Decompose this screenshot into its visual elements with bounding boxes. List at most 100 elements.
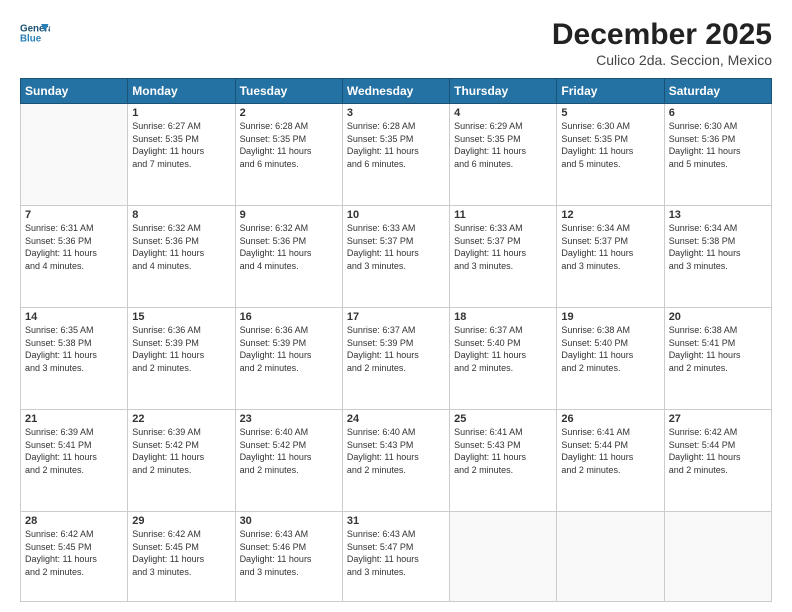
calendar-cell: 2Sunrise: 6:28 AM Sunset: 5:35 PM Daylig… bbox=[235, 104, 342, 206]
svg-text:Blue: Blue bbox=[20, 33, 42, 44]
day-info: Sunrise: 6:32 AM Sunset: 5:36 PM Dayligh… bbox=[132, 222, 230, 272]
calendar-cell bbox=[21, 104, 128, 206]
day-number: 7 bbox=[25, 209, 123, 221]
calendar-cell: 4Sunrise: 6:29 AM Sunset: 5:35 PM Daylig… bbox=[450, 104, 557, 206]
day-info: Sunrise: 6:32 AM Sunset: 5:36 PM Dayligh… bbox=[240, 222, 338, 272]
day-number: 16 bbox=[240, 311, 338, 323]
day-info: Sunrise: 6:31 AM Sunset: 5:36 PM Dayligh… bbox=[25, 222, 123, 272]
day-info: Sunrise: 6:42 AM Sunset: 5:45 PM Dayligh… bbox=[132, 528, 230, 578]
day-info: Sunrise: 6:28 AM Sunset: 5:35 PM Dayligh… bbox=[347, 120, 445, 170]
day-info: Sunrise: 6:33 AM Sunset: 5:37 PM Dayligh… bbox=[454, 222, 552, 272]
day-number: 22 bbox=[132, 413, 230, 425]
day-info: Sunrise: 6:38 AM Sunset: 5:41 PM Dayligh… bbox=[669, 324, 767, 374]
calendar-cell: 14Sunrise: 6:35 AM Sunset: 5:38 PM Dayli… bbox=[21, 308, 128, 410]
location: Culico 2da. Seccion, Mexico bbox=[552, 52, 772, 68]
day-info: Sunrise: 6:36 AM Sunset: 5:39 PM Dayligh… bbox=[132, 324, 230, 374]
day-number: 10 bbox=[347, 209, 445, 221]
calendar-cell: 1Sunrise: 6:27 AM Sunset: 5:35 PM Daylig… bbox=[128, 104, 235, 206]
day-number: 5 bbox=[561, 107, 659, 119]
calendar-cell: 30Sunrise: 6:43 AM Sunset: 5:46 PM Dayli… bbox=[235, 512, 342, 602]
day-number: 9 bbox=[240, 209, 338, 221]
day-number: 20 bbox=[669, 311, 767, 323]
day-info: Sunrise: 6:36 AM Sunset: 5:39 PM Dayligh… bbox=[240, 324, 338, 374]
day-info: Sunrise: 6:34 AM Sunset: 5:38 PM Dayligh… bbox=[669, 222, 767, 272]
day-info: Sunrise: 6:35 AM Sunset: 5:38 PM Dayligh… bbox=[25, 324, 123, 374]
calendar-cell: 17Sunrise: 6:37 AM Sunset: 5:39 PM Dayli… bbox=[342, 308, 449, 410]
day-number: 24 bbox=[347, 413, 445, 425]
calendar-cell: 8Sunrise: 6:32 AM Sunset: 5:36 PM Daylig… bbox=[128, 206, 235, 308]
day-info: Sunrise: 6:30 AM Sunset: 5:36 PM Dayligh… bbox=[669, 120, 767, 170]
logo: General Blue bbox=[20, 18, 50, 48]
day-info: Sunrise: 6:34 AM Sunset: 5:37 PM Dayligh… bbox=[561, 222, 659, 272]
day-number: 4 bbox=[454, 107, 552, 119]
day-info: Sunrise: 6:27 AM Sunset: 5:35 PM Dayligh… bbox=[132, 120, 230, 170]
calendar-cell bbox=[450, 512, 557, 602]
day-info: Sunrise: 6:39 AM Sunset: 5:41 PM Dayligh… bbox=[25, 426, 123, 476]
calendar-cell: 19Sunrise: 6:38 AM Sunset: 5:40 PM Dayli… bbox=[557, 308, 664, 410]
weekday-header: Friday bbox=[557, 79, 664, 104]
day-number: 25 bbox=[454, 413, 552, 425]
weekday-header: Wednesday bbox=[342, 79, 449, 104]
weekday-header: Saturday bbox=[664, 79, 771, 104]
day-info: Sunrise: 6:42 AM Sunset: 5:45 PM Dayligh… bbox=[25, 528, 123, 578]
calendar-cell: 16Sunrise: 6:36 AM Sunset: 5:39 PM Dayli… bbox=[235, 308, 342, 410]
calendar-cell: 31Sunrise: 6:43 AM Sunset: 5:47 PM Dayli… bbox=[342, 512, 449, 602]
day-number: 19 bbox=[561, 311, 659, 323]
day-info: Sunrise: 6:38 AM Sunset: 5:40 PM Dayligh… bbox=[561, 324, 659, 374]
day-number: 21 bbox=[25, 413, 123, 425]
weekday-header: Monday bbox=[128, 79, 235, 104]
weekday-header: Sunday bbox=[21, 79, 128, 104]
day-info: Sunrise: 6:33 AM Sunset: 5:37 PM Dayligh… bbox=[347, 222, 445, 272]
day-number: 2 bbox=[240, 107, 338, 119]
calendar-cell: 11Sunrise: 6:33 AM Sunset: 5:37 PM Dayli… bbox=[450, 206, 557, 308]
day-number: 12 bbox=[561, 209, 659, 221]
calendar-cell: 22Sunrise: 6:39 AM Sunset: 5:42 PM Dayli… bbox=[128, 410, 235, 512]
calendar-table: SundayMondayTuesdayWednesdayThursdayFrid… bbox=[20, 78, 772, 602]
calendar-body: 1Sunrise: 6:27 AM Sunset: 5:35 PM Daylig… bbox=[21, 104, 772, 602]
day-number: 27 bbox=[669, 413, 767, 425]
day-number: 14 bbox=[25, 311, 123, 323]
day-number: 29 bbox=[132, 515, 230, 527]
logo-icon: General Blue bbox=[20, 18, 50, 48]
day-number: 18 bbox=[454, 311, 552, 323]
weekday-header: Tuesday bbox=[235, 79, 342, 104]
day-number: 26 bbox=[561, 413, 659, 425]
calendar-cell: 27Sunrise: 6:42 AM Sunset: 5:44 PM Dayli… bbox=[664, 410, 771, 512]
calendar-cell: 23Sunrise: 6:40 AM Sunset: 5:42 PM Dayli… bbox=[235, 410, 342, 512]
day-info: Sunrise: 6:41 AM Sunset: 5:43 PM Dayligh… bbox=[454, 426, 552, 476]
calendar-cell: 15Sunrise: 6:36 AM Sunset: 5:39 PM Dayli… bbox=[128, 308, 235, 410]
month-title: December 2025 bbox=[552, 18, 772, 52]
calendar-cell: 7Sunrise: 6:31 AM Sunset: 5:36 PM Daylig… bbox=[21, 206, 128, 308]
calendar-cell: 18Sunrise: 6:37 AM Sunset: 5:40 PM Dayli… bbox=[450, 308, 557, 410]
day-info: Sunrise: 6:37 AM Sunset: 5:40 PM Dayligh… bbox=[454, 324, 552, 374]
calendar-cell bbox=[557, 512, 664, 602]
day-number: 3 bbox=[347, 107, 445, 119]
day-info: Sunrise: 6:40 AM Sunset: 5:42 PM Dayligh… bbox=[240, 426, 338, 476]
day-number: 8 bbox=[132, 209, 230, 221]
calendar-cell: 28Sunrise: 6:42 AM Sunset: 5:45 PM Dayli… bbox=[21, 512, 128, 602]
day-number: 23 bbox=[240, 413, 338, 425]
calendar-week-row: 7Sunrise: 6:31 AM Sunset: 5:36 PM Daylig… bbox=[21, 206, 772, 308]
calendar-cell bbox=[664, 512, 771, 602]
day-number: 28 bbox=[25, 515, 123, 527]
calendar-cell: 29Sunrise: 6:42 AM Sunset: 5:45 PM Dayli… bbox=[128, 512, 235, 602]
calendar-cell: 3Sunrise: 6:28 AM Sunset: 5:35 PM Daylig… bbox=[342, 104, 449, 206]
calendar-week-row: 28Sunrise: 6:42 AM Sunset: 5:45 PM Dayli… bbox=[21, 512, 772, 602]
calendar-week-row: 21Sunrise: 6:39 AM Sunset: 5:41 PM Dayli… bbox=[21, 410, 772, 512]
calendar-cell: 21Sunrise: 6:39 AM Sunset: 5:41 PM Dayli… bbox=[21, 410, 128, 512]
day-number: 15 bbox=[132, 311, 230, 323]
day-info: Sunrise: 6:41 AM Sunset: 5:44 PM Dayligh… bbox=[561, 426, 659, 476]
day-info: Sunrise: 6:37 AM Sunset: 5:39 PM Dayligh… bbox=[347, 324, 445, 374]
day-info: Sunrise: 6:28 AM Sunset: 5:35 PM Dayligh… bbox=[240, 120, 338, 170]
calendar-cell: 25Sunrise: 6:41 AM Sunset: 5:43 PM Dayli… bbox=[450, 410, 557, 512]
day-info: Sunrise: 6:43 AM Sunset: 5:46 PM Dayligh… bbox=[240, 528, 338, 578]
calendar-cell: 24Sunrise: 6:40 AM Sunset: 5:43 PM Dayli… bbox=[342, 410, 449, 512]
day-number: 17 bbox=[347, 311, 445, 323]
day-info: Sunrise: 6:40 AM Sunset: 5:43 PM Dayligh… bbox=[347, 426, 445, 476]
day-number: 30 bbox=[240, 515, 338, 527]
day-info: Sunrise: 6:29 AM Sunset: 5:35 PM Dayligh… bbox=[454, 120, 552, 170]
calendar-cell: 6Sunrise: 6:30 AM Sunset: 5:36 PM Daylig… bbox=[664, 104, 771, 206]
day-number: 13 bbox=[669, 209, 767, 221]
day-number: 6 bbox=[669, 107, 767, 119]
day-info: Sunrise: 6:42 AM Sunset: 5:44 PM Dayligh… bbox=[669, 426, 767, 476]
